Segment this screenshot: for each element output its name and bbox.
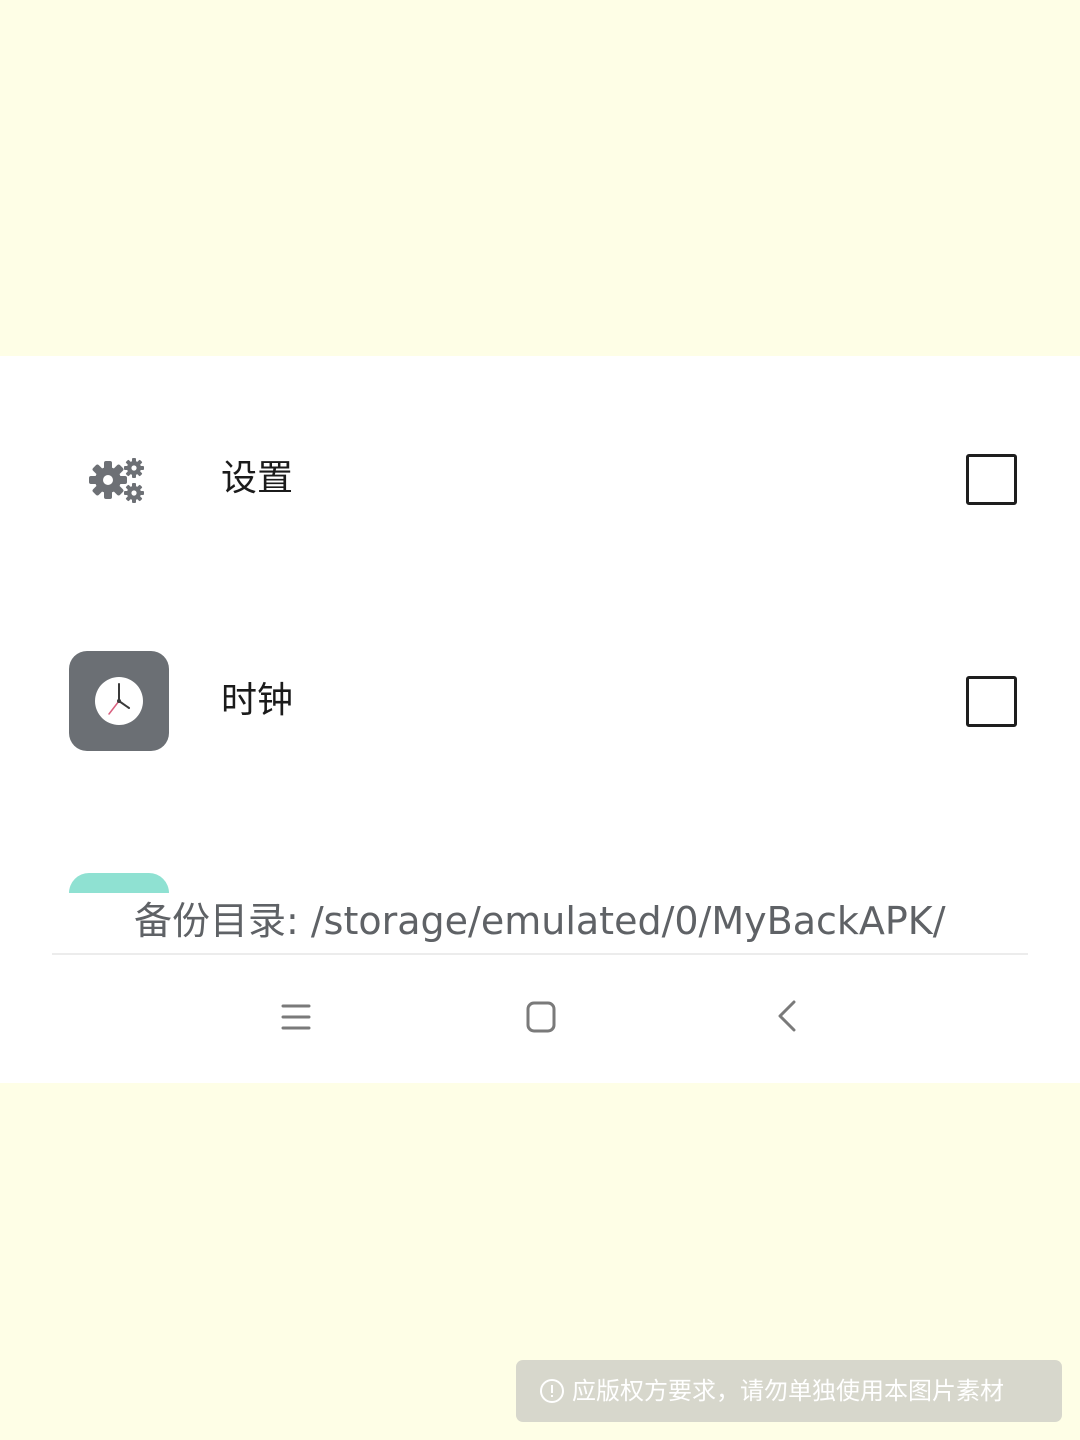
divider (52, 953, 1028, 955)
select-checkbox-settings[interactable] (966, 454, 1017, 505)
app-label-clock: 时钟 (221, 680, 294, 721)
app-list-item-settings[interactable]: 设置 (0, 429, 1080, 529)
copyright-notice-text: 应版权方要求，请勿单独使用本图片素材 (572, 1377, 1004, 1405)
copyright-notice: 应版权方要求，请勿单独使用本图片素材 (516, 1360, 1062, 1422)
backup-directory-text: 备份目录: /storage/emulated/0/MyBackAPK/ (134, 899, 946, 943)
menu-icon[interactable] (276, 998, 316, 1038)
partial-app-icon (69, 873, 169, 893)
app-label-settings: 设置 (221, 458, 294, 499)
info-icon (540, 1379, 564, 1403)
select-checkbox-clock[interactable] (966, 676, 1017, 727)
navigation-bar (0, 956, 1080, 1083)
settings-gears-icon (69, 429, 169, 529)
app-list-screen: 设置 时钟 备份目录: /storage/emulated/0/MyBackAP… (0, 356, 1080, 1083)
app-list-item-clock[interactable]: 时钟 (0, 651, 1080, 751)
home-icon[interactable] (521, 998, 561, 1038)
back-icon[interactable] (768, 998, 808, 1038)
clock-icon (69, 651, 169, 751)
